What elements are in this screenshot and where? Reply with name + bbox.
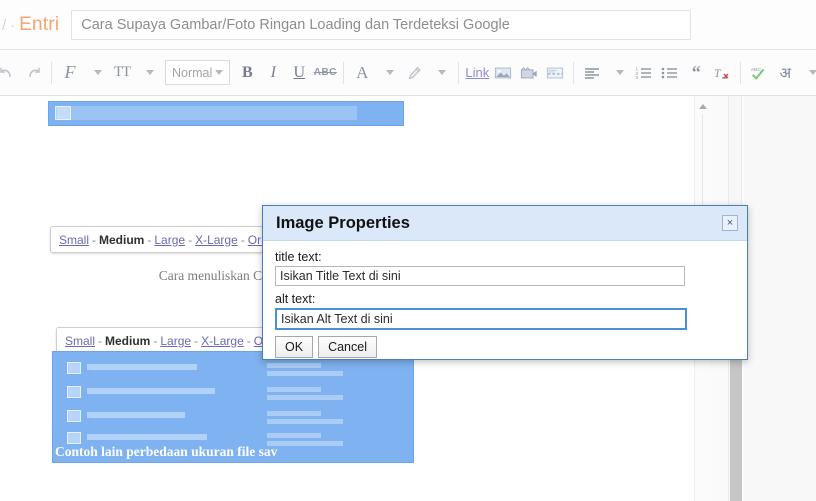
transliteration-dropdown-icon[interactable] bbox=[800, 60, 816, 86]
right-sidebar-area bbox=[744, 96, 816, 501]
image2-size-medium[interactable]: Medium bbox=[105, 334, 150, 348]
dialog-titlebar: Image Properties × bbox=[263, 206, 747, 241]
file-meta-bar bbox=[267, 371, 343, 376]
transliteration-icon[interactable]: अ bbox=[774, 60, 796, 86]
file-name-bar bbox=[87, 412, 185, 418]
blogger-post-editor: / · Entri F TT Normal B bbox=[0, 0, 816, 501]
bullet-list-icon[interactable] bbox=[659, 60, 681, 86]
title-text-input[interactable] bbox=[275, 266, 685, 286]
top-bar: / · Entri bbox=[0, 0, 816, 50]
toolbar-separator bbox=[573, 61, 575, 84]
image-2-selected[interactable]: Contoh lain perbedaan ukuran file sav bbox=[52, 351, 414, 463]
scroll-up-arrow-icon[interactable] bbox=[699, 104, 707, 109]
font-family-dropdown-icon[interactable] bbox=[85, 60, 107, 86]
file-meta-bar bbox=[267, 419, 343, 424]
close-icon[interactable]: × bbox=[722, 215, 738, 231]
dialog-title: Image Properties bbox=[276, 213, 410, 232]
sep-dash: - bbox=[240, 232, 245, 247]
cancel-button[interactable]: Cancel bbox=[318, 336, 377, 358]
page-scrollbar-thumb[interactable] bbox=[730, 358, 742, 501]
file-icon bbox=[67, 410, 81, 422]
sep-dash: - bbox=[147, 232, 152, 247]
image-properties-dialog: Image Properties × title text: alt text:… bbox=[262, 205, 748, 360]
editor-toolbar: F TT Normal B I U ABC A Link 1 2 3 “ T A… bbox=[0, 50, 816, 96]
file-size-bar bbox=[267, 411, 321, 416]
file-icon bbox=[67, 432, 81, 444]
sep-dash: - bbox=[98, 333, 103, 348]
highlight-color-dropdown-icon[interactable] bbox=[429, 60, 451, 86]
toolbar-separator bbox=[458, 61, 460, 84]
post-title-input[interactable] bbox=[71, 9, 692, 40]
ok-button[interactable]: OK bbox=[275, 336, 314, 358]
undo-icon[interactable] bbox=[0, 60, 18, 86]
file-name-bar bbox=[87, 364, 197, 370]
spellcheck-icon[interactable]: ABC bbox=[748, 60, 770, 86]
dialog-buttons: OK Cancel bbox=[275, 336, 735, 358]
file-name-bar bbox=[87, 434, 207, 440]
image-size-small[interactable]: Small bbox=[59, 233, 89, 247]
bold-button[interactable]: B bbox=[236, 60, 258, 86]
format-select-value: Normal bbox=[172, 65, 213, 80]
sep-dash: - bbox=[188, 232, 193, 247]
redo-icon[interactable] bbox=[22, 60, 44, 86]
underline-button[interactable]: U bbox=[288, 60, 310, 86]
image2-size-small[interactable]: Small bbox=[65, 334, 95, 348]
file-meta-bar bbox=[267, 395, 343, 400]
image2-size-large[interactable]: Large bbox=[160, 334, 191, 348]
insert-image-icon[interactable] bbox=[492, 60, 514, 86]
text-color-dropdown-icon[interactable] bbox=[377, 60, 399, 86]
align-left-icon[interactable] bbox=[581, 60, 603, 86]
image-1-selected[interactable] bbox=[48, 101, 404, 126]
image-size-large[interactable]: Large bbox=[154, 233, 185, 247]
align-dropdown-icon[interactable] bbox=[607, 60, 629, 86]
breadcrumb-entri: Entri bbox=[19, 13, 60, 35]
chevron-down-icon bbox=[215, 70, 224, 75]
image-size-medium[interactable]: Medium bbox=[99, 233, 144, 247]
dialog-body: title text: alt text: OK Cancel bbox=[263, 241, 747, 358]
toolbar-separator bbox=[51, 61, 52, 84]
breadcrumb-slash: / bbox=[2, 16, 7, 34]
file-size-bar bbox=[267, 433, 321, 438]
sep-dash: - bbox=[153, 333, 158, 348]
font-size-icon[interactable]: TT bbox=[111, 60, 133, 86]
insert-video-icon[interactable] bbox=[518, 60, 540, 86]
jump-break-icon[interactable] bbox=[544, 60, 566, 86]
strikethrough-button[interactable]: ABC bbox=[314, 60, 337, 86]
alt-text-input[interactable] bbox=[275, 308, 687, 330]
file-size-bar bbox=[267, 363, 321, 368]
italic-button[interactable]: I bbox=[262, 60, 284, 86]
image-1-row bbox=[57, 106, 357, 120]
breadcrumb: / · Entri bbox=[0, 14, 59, 36]
breadcrumb-dot: · bbox=[10, 16, 16, 34]
file-name-bar bbox=[87, 388, 215, 394]
sep-dash: - bbox=[246, 333, 251, 348]
svg-text:3: 3 bbox=[636, 75, 639, 80]
file-icon bbox=[67, 386, 81, 398]
file-icon bbox=[67, 362, 81, 374]
blockquote-icon[interactable]: “ bbox=[685, 60, 707, 86]
svg-text:ABC: ABC bbox=[751, 67, 762, 73]
svg-text:T: T bbox=[714, 66, 722, 80]
image-2-caption: Contoh lain perbedaan ukuran file sav bbox=[55, 444, 278, 459]
file-size-bar bbox=[267, 387, 321, 392]
font-family-icon[interactable]: F bbox=[59, 60, 81, 86]
sep-dash: - bbox=[194, 333, 199, 348]
remove-formatting-icon[interactable]: T bbox=[711, 60, 733, 86]
toolbar-separator bbox=[343, 61, 345, 84]
title-text-label: title text: bbox=[275, 250, 322, 264]
text-color-icon[interactable]: A bbox=[351, 60, 373, 86]
sep-dash: - bbox=[92, 232, 97, 247]
highlight-color-icon[interactable] bbox=[403, 60, 425, 86]
insert-link-button[interactable]: Link bbox=[465, 60, 489, 86]
image-size-xlarge[interactable]: X-Large bbox=[195, 233, 238, 247]
toolbar-separator bbox=[740, 61, 742, 84]
numbered-list-icon[interactable]: 1 2 3 bbox=[633, 60, 655, 86]
file-meta-bar bbox=[267, 441, 343, 446]
alt-text-label: alt text: bbox=[275, 292, 316, 306]
format-select[interactable]: Normal bbox=[165, 60, 231, 85]
image2-size-xlarge[interactable]: X-Large bbox=[201, 334, 244, 348]
font-size-dropdown-icon[interactable] bbox=[137, 60, 159, 86]
